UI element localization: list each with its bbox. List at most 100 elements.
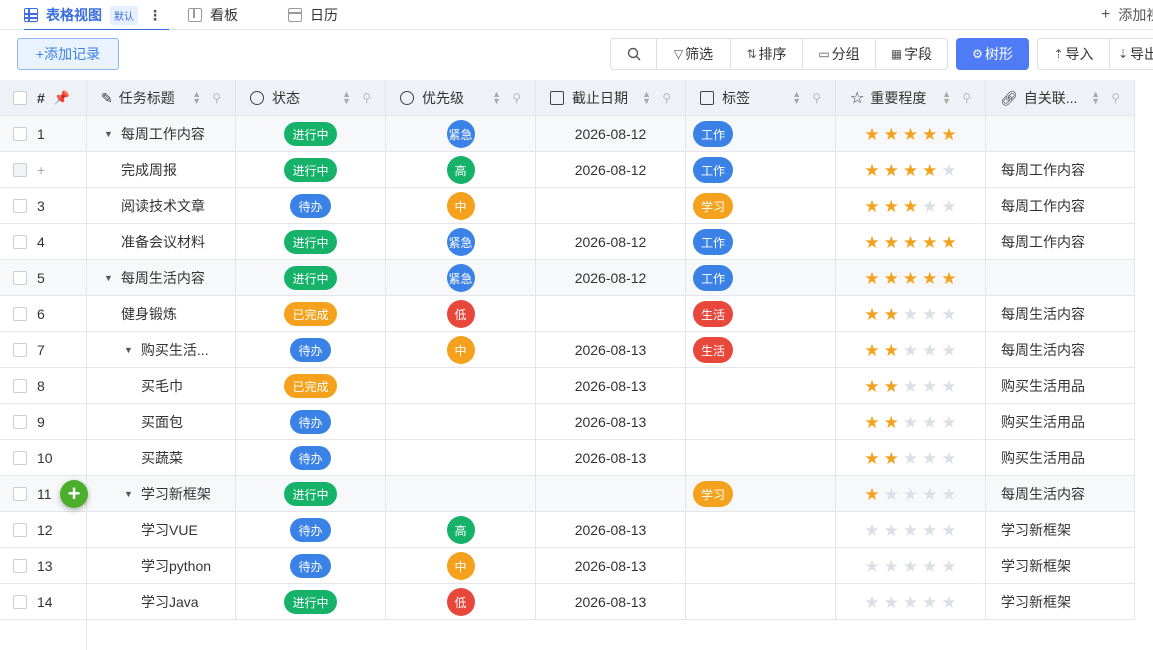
priority-cell[interactable]: 紧急 <box>386 224 536 260</box>
star-icon[interactable]: ★ <box>884 270 899 287</box>
status-cell[interactable]: 进行中 <box>236 116 386 152</box>
row-checkbox[interactable] <box>13 199 27 213</box>
star-icon[interactable]: ★ <box>922 198 937 215</box>
importance-cell[interactable]: ★ ★ ★ ★ ★ <box>836 116 986 152</box>
tag-badge[interactable]: 学习 <box>693 193 734 219</box>
status-badge[interactable]: 进行中 <box>284 230 337 254</box>
due-date-cell[interactable]: 2026-08-12 <box>536 260 686 296</box>
tab-board[interactable]: 看板 <box>188 0 238 30</box>
header-importance[interactable]: ☆ 重要程度 ▲ ▼ ⚲ <box>836 80 986 116</box>
status-cell[interactable]: 待办 <box>236 332 386 368</box>
priority-badge[interactable]: 紧急 <box>446 264 475 292</box>
due-date-cell[interactable] <box>536 476 686 512</box>
star-icon[interactable]: ★ <box>864 198 879 215</box>
due-date-cell[interactable] <box>536 188 686 224</box>
star-icon[interactable]: ★ <box>941 450 956 467</box>
star-icon[interactable]: ★ <box>884 378 899 395</box>
pin-icon[interactable]: ⚲ <box>512 91 521 105</box>
status-badge[interactable]: 进行中 <box>284 482 337 506</box>
table-row[interactable]: 4 准备会议材料 进行中 紧急 2026-08-12 工作 ★ ★ ★ ★ ★ 每周工作… <box>0 224 1135 260</box>
expand-caret-icon[interactable]: ▼ <box>124 345 133 355</box>
status-badge[interactable]: 已完成 <box>284 374 337 398</box>
importance-cell[interactable]: ★ ★ ★ ★ ★ <box>836 368 986 404</box>
pin-icon[interactable]: ⚲ <box>212 91 221 105</box>
due-date-cell[interactable]: 2026-08-12 <box>536 152 686 188</box>
star-icon[interactable]: ★ <box>922 594 937 611</box>
related-cell[interactable]: 学习新框架 <box>986 584 1135 620</box>
tag-badge[interactable]: 工作 <box>693 229 734 255</box>
star-icon[interactable]: ★ <box>903 126 918 143</box>
star-icon[interactable]: ★ <box>941 594 956 611</box>
table-row[interactable]: 7 ▼ 购买生活... 待办 中 2026-08-13 生活 ★ ★ ★ ★ ★ 每周生活… <box>0 332 1135 368</box>
status-cell[interactable]: 待办 <box>236 512 386 548</box>
priority-cell[interactable]: 中 <box>386 332 536 368</box>
header-due-date[interactable]: 截止日期 ▲ ▼ ⚲ <box>536 80 686 116</box>
star-icon[interactable]: ★ <box>884 126 899 143</box>
star-icon[interactable]: ★ <box>864 306 879 323</box>
status-cell[interactable]: 待办 <box>236 548 386 584</box>
star-icon[interactable]: ★ <box>941 126 956 143</box>
table-row[interactable]: 1 ▼ 每周工作内容 进行中 紧急 2026-08-12 工作 ★ ★ ★ ★ ★ <box>0 116 1135 152</box>
tree-view-button[interactable]: ⚙ 树形 <box>956 38 1029 70</box>
star-icon[interactable]: ★ <box>884 234 899 251</box>
row-checkbox[interactable] <box>13 163 27 177</box>
status-badge[interactable]: 已完成 <box>284 302 337 326</box>
expand-caret-icon[interactable]: ▼ <box>124 489 133 499</box>
star-icon[interactable]: ★ <box>941 486 956 503</box>
title-cell[interactable]: 学习python <box>87 548 236 584</box>
row-checkbox[interactable] <box>13 523 27 537</box>
importance-cell[interactable]: ★ ★ ★ ★ ★ <box>836 332 986 368</box>
status-cell[interactable]: 待办 <box>236 188 386 224</box>
star-icon[interactable]: ★ <box>864 522 879 539</box>
related-cell[interactable] <box>986 116 1135 152</box>
table-row[interactable]: 14 学习Java 进行中 低 2026-08-13 ★ ★ ★ ★ ★ 学习新框架 <box>0 584 1135 620</box>
star-icon[interactable]: ★ <box>922 306 937 323</box>
row-checkbox[interactable] <box>13 235 27 249</box>
row-checkbox[interactable] <box>13 559 27 573</box>
status-badge[interactable]: 待办 <box>290 194 331 218</box>
star-icon[interactable]: ★ <box>922 270 937 287</box>
star-rating[interactable]: ★ ★ ★ ★ ★ <box>864 450 956 467</box>
star-rating[interactable]: ★ ★ ★ ★ ★ <box>864 306 956 323</box>
star-rating[interactable]: ★ ★ ★ ★ ★ <box>864 558 956 575</box>
star-icon[interactable]: ★ <box>903 522 918 539</box>
star-icon[interactable]: ★ <box>864 126 879 143</box>
priority-badge[interactable]: 低 <box>446 300 475 328</box>
star-icon[interactable]: ★ <box>884 522 899 539</box>
priority-cell[interactable] <box>386 476 536 512</box>
sort-arrows-icon[interactable]: ▲ ▼ <box>942 90 951 106</box>
add-record-button[interactable]: +添加记录 <box>17 38 119 70</box>
priority-cell[interactable] <box>386 440 536 476</box>
star-icon[interactable]: ★ <box>884 486 899 503</box>
table-row[interactable]: 12 学习VUE 待办 高 2026-08-13 ★ ★ ★ ★ ★ 学习新框架 <box>0 512 1135 548</box>
title-cell[interactable]: 阅读技术文章 <box>87 188 236 224</box>
row-checkbox[interactable] <box>13 127 27 141</box>
importance-cell[interactable]: ★ ★ ★ ★ ★ <box>836 296 986 332</box>
status-badge[interactable]: 待办 <box>290 446 331 470</box>
star-icon[interactable]: ★ <box>884 198 899 215</box>
status-cell[interactable]: 进行中 <box>236 224 386 260</box>
priority-badge[interactable]: 紧急 <box>446 228 475 256</box>
star-icon[interactable]: ★ <box>922 522 937 539</box>
row-checkbox[interactable] <box>13 415 27 429</box>
related-cell[interactable]: 购买生活用品 <box>986 368 1135 404</box>
tag-cell[interactable] <box>686 548 836 584</box>
star-icon[interactable]: ★ <box>903 450 918 467</box>
status-cell[interactable]: 已完成 <box>236 368 386 404</box>
status-badge[interactable]: 进行中 <box>284 122 337 146</box>
tag-cell[interactable]: 生活 <box>686 296 836 332</box>
importance-cell[interactable]: ★ ★ ★ ★ ★ <box>836 476 986 512</box>
importance-cell[interactable]: ★ ★ ★ ★ ★ <box>836 188 986 224</box>
priority-cell[interactable]: 中 <box>386 548 536 584</box>
tag-cell[interactable] <box>686 584 836 620</box>
star-icon[interactable]: ★ <box>903 198 918 215</box>
tag-cell[interactable]: 工作 <box>686 224 836 260</box>
importance-cell[interactable]: ★ ★ ★ ★ ★ <box>836 260 986 296</box>
tab-table-view[interactable]: 表格视图 默认 ⋮ <box>24 0 169 31</box>
tag-badge[interactable]: 生活 <box>693 337 734 363</box>
importance-cell[interactable]: ★ ★ ★ ★ ★ <box>836 512 986 548</box>
tag-cell[interactable]: 生活 <box>686 332 836 368</box>
title-cell[interactable]: ▼ 购买生活... <box>87 332 236 368</box>
star-rating[interactable]: ★ ★ ★ ★ ★ <box>864 234 956 251</box>
tag-cell[interactable] <box>686 512 836 548</box>
